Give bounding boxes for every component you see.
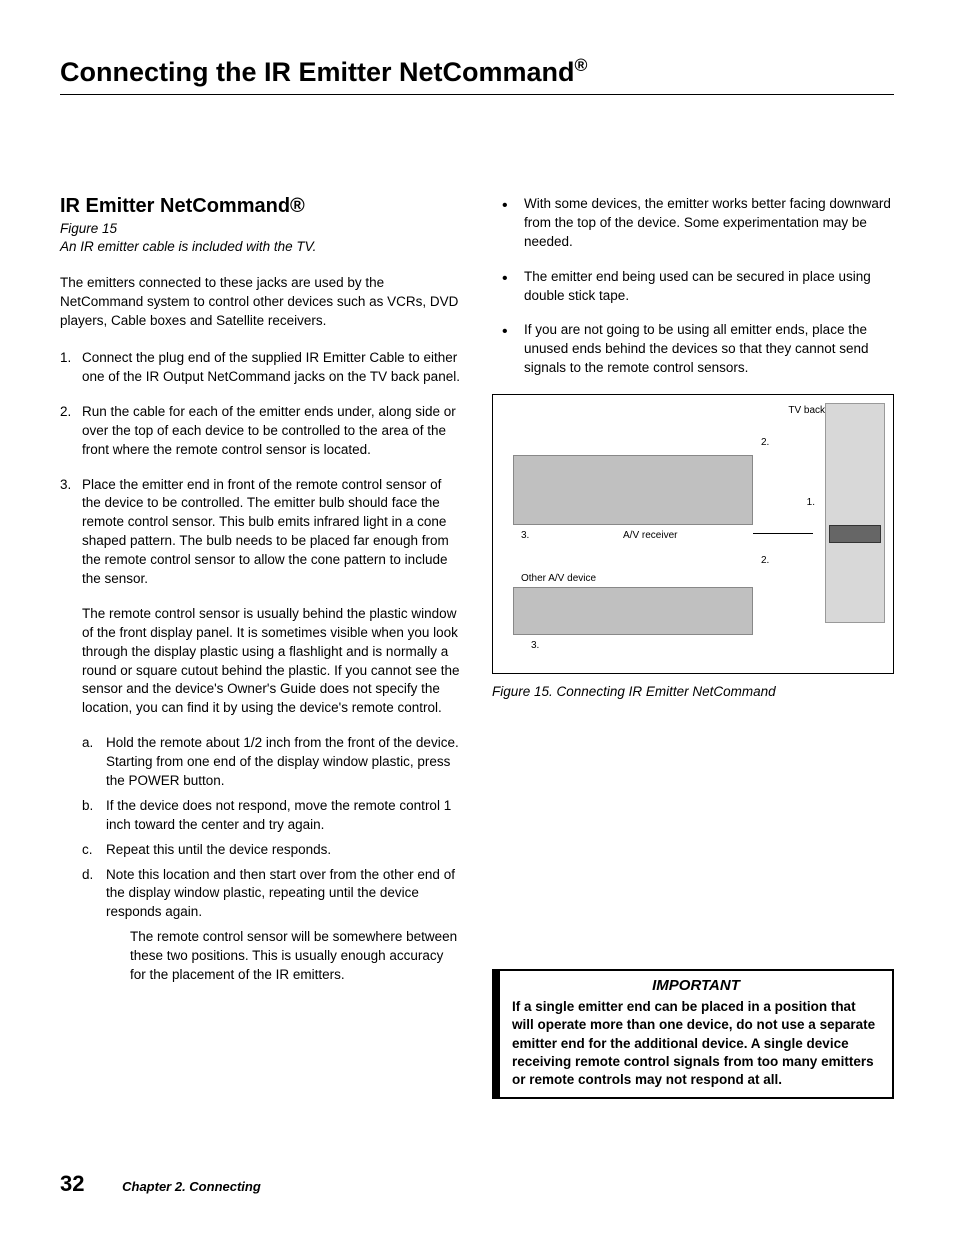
left-column: IR Emitter NetCommand® Figure 15 An IR e… xyxy=(60,195,462,1099)
callout-1: 1. xyxy=(807,497,815,508)
step-3-paragraph: The remote control sensor is usually beh… xyxy=(82,605,462,718)
sub-step-d-paragraph: The remote control sensor will be somewh… xyxy=(106,928,462,985)
right-column: With some devices, the emitter works bet… xyxy=(492,195,894,1099)
page-number: 32 xyxy=(60,1171,84,1196)
receiver-label: A/V receiver xyxy=(623,530,677,541)
figure-ref-line2: An IR emitter cable is included with the… xyxy=(60,239,316,254)
title-rule xyxy=(60,94,894,95)
other-device-label: Other A/V device xyxy=(521,573,596,584)
sub-step-a: Hold the remote about 1/2 inch from the … xyxy=(82,734,462,791)
sub-step-d-text: Note this location and then start over f… xyxy=(106,867,455,920)
tv-back-panel xyxy=(825,403,885,623)
important-text: If a single emitter end can be placed in… xyxy=(512,998,880,1089)
sub-steps-list: Hold the remote about 1/2 inch from the … xyxy=(82,734,462,985)
step-2: Run the cable for each of the emitter en… xyxy=(60,403,462,460)
page-title: Connecting the IR Emitter NetCommand® xyxy=(60,55,894,88)
other-av-device-box xyxy=(513,587,753,635)
sub-step-c: Repeat this until the device responds. xyxy=(82,841,462,860)
cable-line xyxy=(753,533,813,534)
content-columns: IR Emitter NetCommand® Figure 15 An IR e… xyxy=(60,195,894,1099)
bullet-3: If you are not going to be using all emi… xyxy=(492,321,894,378)
section-heading: IR Emitter NetCommand® xyxy=(60,195,462,218)
registered-mark: ® xyxy=(575,55,588,75)
figure-caption: Figure 15. Connecting IR Emitter NetComm… xyxy=(492,684,894,699)
sub-step-b: If the device does not respond, move the… xyxy=(82,797,462,835)
page-title-text: Connecting the IR Emitter NetCommand xyxy=(60,57,575,87)
intro-paragraph: The emitters connected to these jacks ar… xyxy=(60,274,462,331)
figure-reference: Figure 15 An IR emitter cable is include… xyxy=(60,220,462,256)
bullet-list: With some devices, the emitter works bet… xyxy=(492,195,894,378)
av-receiver-box xyxy=(513,455,753,525)
callout-3b: 3. xyxy=(531,640,539,651)
bullet-2: The emitter end being used can be secure… xyxy=(492,268,894,306)
step-3: Place the emitter end in front of the re… xyxy=(60,476,462,985)
ir-jack xyxy=(829,525,881,543)
callout-2b: 2. xyxy=(761,555,769,566)
page-footer: 32 Chapter 2. Connecting xyxy=(60,1171,261,1197)
chapter-label: Chapter 2. Connecting xyxy=(122,1179,261,1194)
callout-3a: 3. xyxy=(521,530,529,541)
bullet-1: With some devices, the emitter works bet… xyxy=(492,195,894,252)
important-box: IMPORTANT If a single emitter end can be… xyxy=(492,969,894,1099)
main-steps-list: Connect the plug end of the supplied IR … xyxy=(60,349,462,985)
step-3-text: Place the emitter end in front of the re… xyxy=(82,477,449,586)
sub-step-d: Note this location and then start over f… xyxy=(82,866,462,985)
important-title: IMPORTANT xyxy=(512,977,880,994)
callout-2a: 2. xyxy=(761,437,769,448)
step-1: Connect the plug end of the supplied IR … xyxy=(60,349,462,387)
figure-ref-line1: Figure 15 xyxy=(60,221,117,236)
figure-diagram: TV back panel detail A/V receiver Other … xyxy=(492,394,894,674)
